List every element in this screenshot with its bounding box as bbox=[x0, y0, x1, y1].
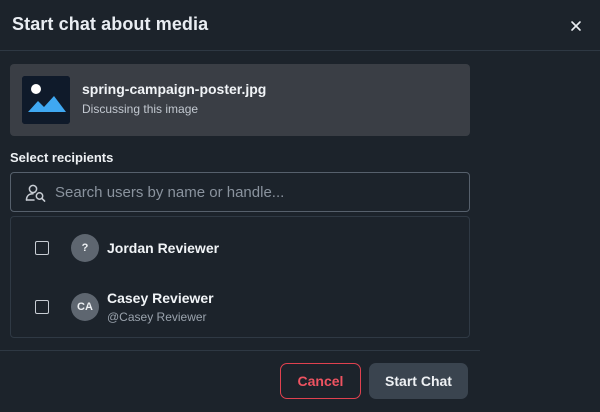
recipient-row[interactable]: CA Casey Reviewer @Casey Reviewer bbox=[11, 277, 469, 335]
media-subtitle: Discussing this image bbox=[82, 102, 199, 116]
recipient-name: Jordan Reviewer bbox=[107, 240, 220, 256]
start-chat-modal: Start chat about media spring-campaign-p… bbox=[0, 0, 600, 412]
media-file-name: spring-campaign-poster.jpg bbox=[82, 81, 267, 97]
start-chat-button[interactable]: Start Chat bbox=[369, 363, 468, 399]
modal-title: Start chat about media bbox=[12, 14, 209, 34]
recipient-list: ? Jordan Reviewer CA Casey Reviewer @Cas… bbox=[10, 216, 470, 338]
close-button[interactable] bbox=[566, 16, 586, 36]
close-icon bbox=[571, 21, 581, 31]
recipient-checkbox[interactable] bbox=[35, 241, 49, 255]
search-input[interactable] bbox=[55, 173, 460, 211]
footer-divider bbox=[0, 350, 480, 351]
avatar: CA bbox=[71, 293, 99, 321]
image-thumbnail-icon bbox=[22, 76, 70, 124]
media-card: spring-campaign-poster.jpg Discussing th… bbox=[10, 64, 470, 136]
recipient-name: Casey Reviewer bbox=[107, 290, 214, 306]
cancel-button[interactable]: Cancel bbox=[280, 363, 361, 399]
search-box[interactable] bbox=[10, 172, 470, 212]
avatar: ? bbox=[71, 234, 99, 262]
recipient-row[interactable]: ? Jordan Reviewer bbox=[11, 218, 469, 276]
user-search-icon bbox=[25, 184, 46, 202]
recipient-checkbox[interactable] bbox=[35, 300, 49, 314]
recipient-handle: @Casey Reviewer bbox=[107, 310, 207, 324]
recipients-label: Select recipients bbox=[10, 150, 114, 165]
modal-header: Start chat about media bbox=[0, 0, 600, 51]
